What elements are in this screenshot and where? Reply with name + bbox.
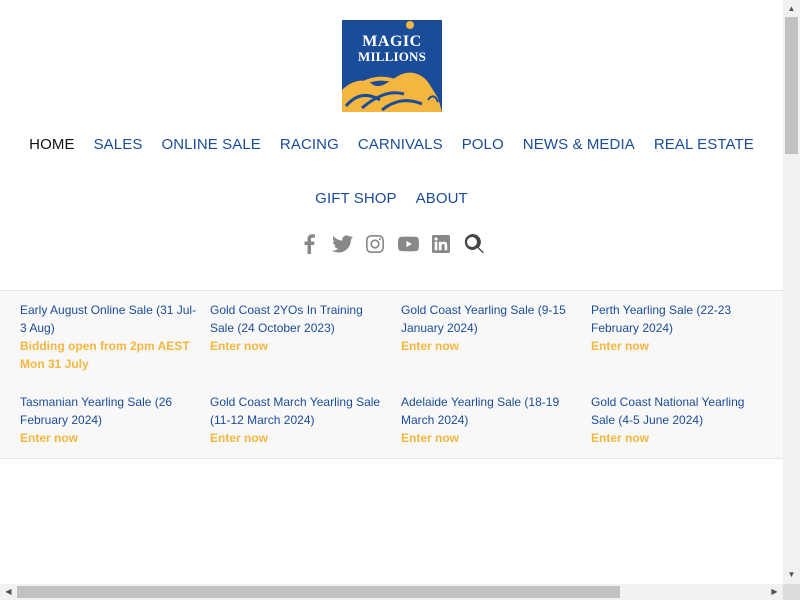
sale-cta[interactable]: Enter now	[401, 429, 579, 447]
logo-line-1: MAGIC	[362, 33, 422, 50]
vertical-scrollbar[interactable]: ▲ ▼	[783, 0, 800, 584]
sale-card: Gold Coast 2YOs In Training Sale (24 Oct…	[210, 301, 388, 355]
sale-card: Adelaide Yearling Sale (18-19 March 2024…	[401, 393, 579, 447]
sale-card: Tasmanian Yearling Sale (26 February 202…	[20, 393, 198, 447]
instagram-icon[interactable]	[365, 233, 386, 255]
sale-card: Gold Coast March Yearling Sale (11-12 Ma…	[210, 393, 388, 447]
sale-title[interactable]: Gold Coast Yearling Sale (9-15 January 2…	[401, 301, 579, 337]
nav-racing[interactable]: RACING	[270, 134, 348, 156]
sale-title[interactable]: Gold Coast National Yearling Sale (4-5 J…	[591, 393, 769, 429]
main-nav-row-1: HOME SALES ONLINE SALE RACING CARNIVALS …	[0, 134, 783, 156]
linkedin-icon[interactable]	[431, 233, 452, 255]
horizontal-scrollbar[interactable]: ◀ ▶	[0, 584, 783, 600]
magic-millions-logo[interactable]: MAGIC MILLIONS	[342, 20, 442, 112]
scroll-left-arrow-icon[interactable]: ◀	[0, 587, 17, 597]
nav-news-media[interactable]: NEWS & MEDIA	[513, 134, 644, 156]
sale-title[interactable]: Gold Coast 2YOs In Training Sale (24 Oct…	[210, 301, 388, 337]
sale-cta[interactable]: Enter now	[401, 337, 579, 355]
sale-cta[interactable]: Enter now	[210, 429, 388, 447]
nav-online-sale[interactable]: ONLINE SALE	[152, 134, 270, 156]
sale-cta[interactable]: Enter now	[591, 337, 769, 355]
logo-line-2: MILLIONS	[357, 49, 427, 64]
scroll-up-arrow-icon[interactable]: ▲	[783, 4, 800, 14]
youtube-icon[interactable]	[397, 233, 419, 255]
nav-about[interactable]: ABOUT	[406, 188, 477, 210]
sale-card: Gold Coast Yearling Sale (9-15 January 2…	[401, 301, 579, 355]
page-viewport: MAGIC MILLIONS HOME SALES ONLINE SALE RA…	[0, 0, 783, 584]
nav-gift-shop[interactable]: GIFT SHOP	[306, 188, 406, 210]
search-icon[interactable]	[464, 233, 485, 255]
nav-polo[interactable]: POLO	[452, 134, 513, 156]
social-links	[0, 233, 783, 255]
sale-title[interactable]: Perth Yearling Sale (22-23 February 2024…	[591, 301, 769, 337]
sale-title[interactable]: Tasmanian Yearling Sale (26 February 202…	[20, 393, 198, 429]
nav-home[interactable]: HOME	[20, 134, 84, 156]
sale-title[interactable]: Adelaide Yearling Sale (18-19 March 2024…	[401, 393, 579, 429]
sale-cta[interactable]: Enter now	[20, 429, 198, 447]
upcoming-sales-band: Early August Online Sale (31 Jul-3 Aug) …	[0, 290, 783, 459]
facebook-icon[interactable]	[299, 233, 320, 255]
sale-cta[interactable]: Enter now	[210, 337, 388, 355]
sale-title[interactable]: Early August Online Sale (31 Jul-3 Aug)	[20, 301, 198, 337]
nav-real-estate[interactable]: REAL ESTATE	[644, 134, 763, 156]
main-nav-row-2: GIFT SHOP ABOUT	[0, 188, 783, 210]
scrollbar-corner	[783, 584, 800, 600]
sale-card: Perth Yearling Sale (22-23 February 2024…	[591, 301, 769, 355]
sale-title[interactable]: Gold Coast March Yearling Sale (11-12 Ma…	[210, 393, 388, 429]
sale-cta[interactable]: Bidding open from 2pm AEST Mon 31 July	[20, 337, 198, 373]
horizontal-scroll-thumb[interactable]	[17, 586, 620, 598]
sale-cta[interactable]: Enter now	[591, 429, 769, 447]
scroll-right-arrow-icon[interactable]: ▶	[766, 587, 783, 597]
twitter-icon[interactable]	[331, 233, 353, 255]
sale-card: Early August Online Sale (31 Jul-3 Aug) …	[20, 301, 198, 373]
nav-sales[interactable]: SALES	[84, 134, 152, 156]
vertical-scroll-thumb[interactable]	[785, 17, 798, 154]
nav-carnivals[interactable]: CARNIVALS	[348, 134, 452, 156]
sale-card: Gold Coast National Yearling Sale (4-5 J…	[591, 393, 769, 447]
scroll-down-arrow-icon[interactable]: ▼	[783, 570, 800, 580]
